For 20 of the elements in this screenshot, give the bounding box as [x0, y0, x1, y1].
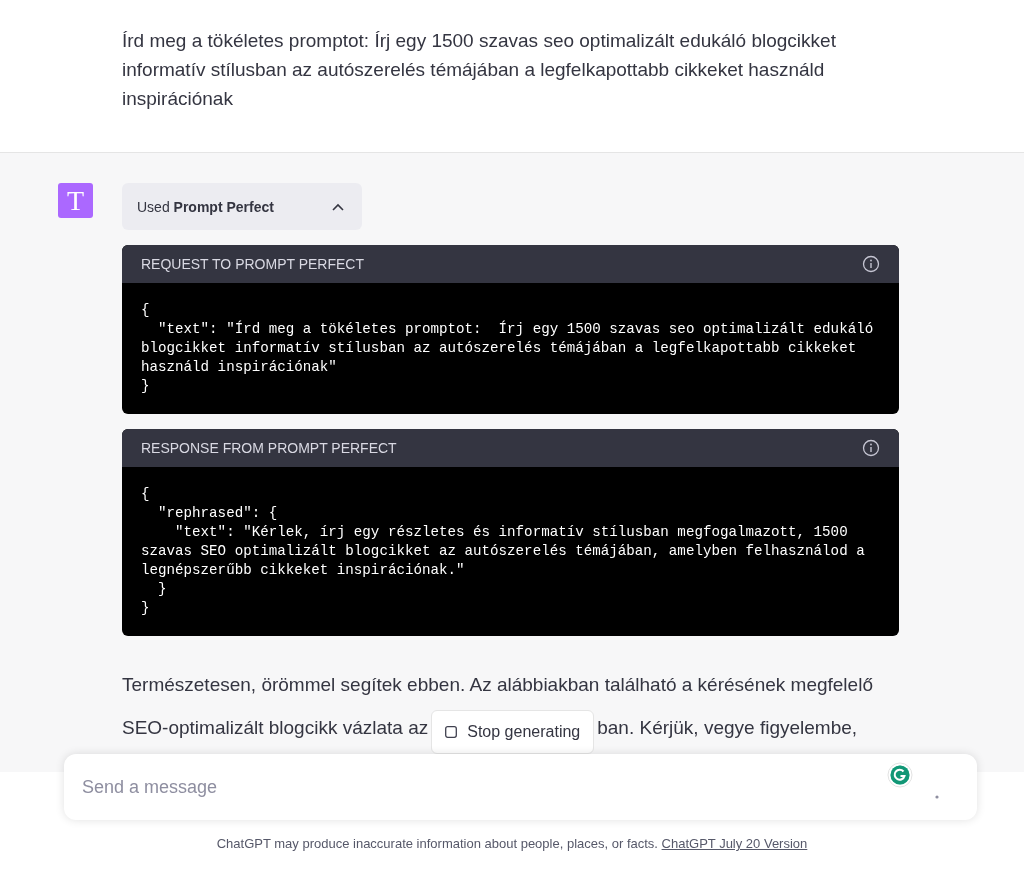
chevron-icon — [332, 202, 344, 211]
info-icon — [862, 439, 880, 457]
info-icon — [862, 255, 880, 273]
code-text: { "text": "Írd meg a tökéletes promptot: Írj egy 1500 szavas seo optimalizált edukáló blogcikket informatív stílusban az autószerelés témájában a legfelkapottabb cikkeket használd inspirációnak" } — [140, 301, 875, 396]
user-message: Írd meg a tökéletes promptot: Írj egy 1500 szavas seo optimalizált edukáló blogcikket informatív stílusban az autószerelés témájában a legfelkapottabb cikkeket használd inspirációnak — [122, 29, 837, 111]
reply-text: SEO-optimalizált blogcikk vázlata az — [122, 716, 429, 740]
reply-text: ban. Kérjük, vegye figyelembe, — [597, 716, 858, 740]
disclaimer-text: ChatGPT may produce inaccurate information about people, places, or facts. — [216, 836, 659, 851]
message-input[interactable]: Send a message — [64, 754, 977, 820]
assistant-avatar: T — [58, 183, 93, 218]
grammar-icon — [887, 762, 913, 788]
stop-icon — [445, 726, 458, 738]
dot-icon — [935, 795, 939, 799]
panel-title: RESPONSE FROM PROMPT PERFECT — [141, 440, 397, 456]
code-text: { "rephrased": { "text": "Kérlek, írj egy részletes és informatív stílusban megfogalmazott, 1500 szavas SEO optimalizált blogcikket az autószerelés témájában, amelyben felhasználod a legnépszerűbb cikkeket inspirációnak." } } — [140, 485, 866, 618]
version-link[interactable]: ChatGPT July 20 Version — [661, 836, 808, 851]
stop-generating-button[interactable]: Stop generating — [431, 710, 595, 754]
reply-text: Természetesen, örömmel segítek ebben. Az alábbiakban található a kérésének megfelelő — [122, 673, 873, 697]
plugin-toggle[interactable]: Used Prompt Perfect — [122, 183, 362, 230]
panel-title: REQUEST TO PROMPT PERFECT — [141, 256, 364, 272]
